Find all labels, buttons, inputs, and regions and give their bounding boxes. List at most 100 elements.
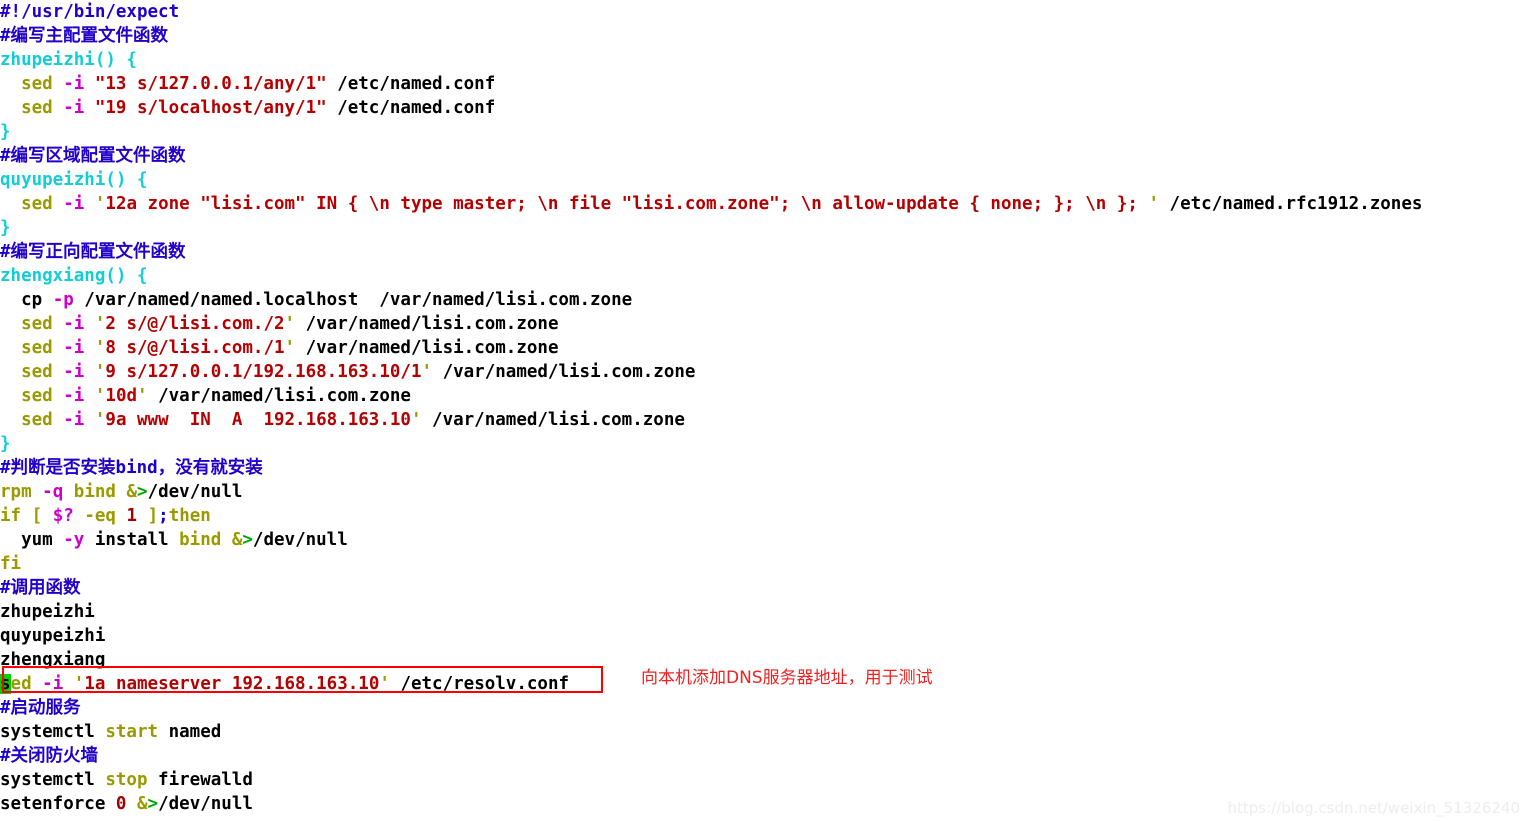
code-token: [	[31, 506, 43, 526]
code-token: s	[0, 674, 11, 694]
watermark: https://blog.csdn.net/weixin_51326240	[1227, 799, 1520, 817]
code-token: /etc/resolv.conf	[389, 674, 570, 694]
code-token: -i	[63, 362, 85, 382]
code-token: fi	[0, 554, 22, 574]
code-token: #	[0, 698, 11, 718]
code-line: cp -p /var/named/named.localhost /var/na…	[0, 288, 1526, 312]
code-token: >	[137, 482, 148, 502]
code-token: #	[0, 746, 11, 766]
code-token: '	[421, 362, 433, 382]
code-listing[interactable]: #!/usr/bin/expect #编写主配置文件函数 zhupeizhi() {…	[0, 0, 1526, 816]
code-token: #	[0, 146, 11, 166]
code-token: &	[137, 794, 148, 814]
code-line: sed -i '10d' /var/named/lisi.com.zone	[0, 384, 1526, 408]
code-token: 9 s/127.0.0.1/192.168.163.10/1	[105, 362, 422, 382]
code-token: /etc/named.conf	[326, 74, 496, 94]
code-line: #调用函数	[0, 576, 1526, 600]
code-token: if	[0, 506, 22, 526]
code-token: 2 s/@/lisi.com./2	[105, 314, 285, 334]
code-token: 启动服务	[10, 698, 81, 718]
code-token: zhengxiang	[0, 650, 106, 670]
code-token: -i	[63, 74, 85, 94]
code-token: 编写主配置文件函数	[10, 26, 169, 46]
code-token: /etc/named.rfc1912.zones	[1159, 194, 1423, 214]
code-token: '	[137, 386, 148, 406]
code-line: sed -i '9 s/127.0.0.1/192.168.163.10/1' …	[0, 360, 1526, 384]
code-token: "13 s/127.0.0.1/any/1"	[94, 74, 327, 94]
code-token: firewalld	[147, 770, 253, 790]
code-line: sed -i '9a www IN A 192.168.163.10' /var…	[0, 408, 1526, 432]
code-line: quyupeizhi	[0, 624, 1526, 648]
code-token: quyupeizhi	[0, 626, 106, 646]
code-token: 关闭防火墙	[10, 746, 99, 766]
code-token: sed	[21, 194, 53, 214]
code-token: ，没有就安装	[157, 458, 263, 478]
code-token: sed	[21, 386, 53, 406]
code-token: '	[94, 410, 106, 430]
code-token: -i	[63, 410, 85, 430]
code-token: '	[410, 410, 422, 430]
code-token: zhupeizhi	[0, 602, 95, 622]
code-token: 编写区域配置文件函数	[10, 146, 186, 166]
code-token: bind	[179, 530, 222, 550]
code-token: /var/named/lisi.com.zone	[295, 338, 559, 358]
code-token: cp	[0, 290, 53, 310]
code-token: sed	[21, 314, 53, 334]
code-token: /var/named/lisi.com.zone	[432, 362, 696, 382]
code-token: -i	[63, 386, 85, 406]
code-token: 8 s/@/lisi.com./1	[105, 338, 285, 358]
code-token: /var/named/named.localhost /var/named/li…	[73, 290, 633, 310]
code-token: -i	[63, 98, 85, 118]
code-token: /var/named/lisi.com.zone	[295, 314, 559, 334]
code-token: -eq	[84, 506, 116, 526]
code-token: &	[126, 482, 138, 502]
code-token: quyupeizhi() {	[0, 170, 148, 190]
code-line: yum -y install bind &>/dev/null	[0, 528, 1526, 552]
code-token: #	[0, 242, 11, 262]
code-token: '	[94, 314, 106, 334]
code-line: sed -i '12a zone "lisi.com" IN { \n type…	[0, 192, 1526, 216]
code-token: 编写正向配置文件函数	[10, 242, 186, 262]
code-token: 12a zone "lisi.com" IN { \n type master;…	[105, 194, 1149, 214]
code-token: sed	[21, 410, 53, 430]
code-line: #编写主配置文件函数	[0, 24, 1526, 48]
code-token: '	[94, 386, 106, 406]
code-token: #	[0, 578, 11, 598]
code-token: -i	[63, 194, 85, 214]
code-token: -i	[63, 314, 85, 334]
code-token: start	[105, 722, 159, 742]
code-line: quyupeizhi() {	[0, 168, 1526, 192]
code-token: -y	[63, 530, 85, 550]
code-token: setenforce	[0, 794, 116, 814]
code-line: systemctl stop firewalld	[0, 768, 1526, 792]
code-line: sed -i "13 s/127.0.0.1/any/1" /etc/named…	[0, 72, 1526, 96]
code-token: sed	[21, 338, 53, 358]
code-token: 1	[126, 506, 138, 526]
code-token: then	[168, 506, 211, 526]
code-token: 调用函数	[10, 578, 81, 598]
code-token: #!/usr/bin/expect	[0, 2, 180, 22]
code-token: "19 s/localhost/any/1"	[94, 98, 327, 118]
code-token: 9a www IN A 192.168.163.10	[105, 410, 411, 430]
